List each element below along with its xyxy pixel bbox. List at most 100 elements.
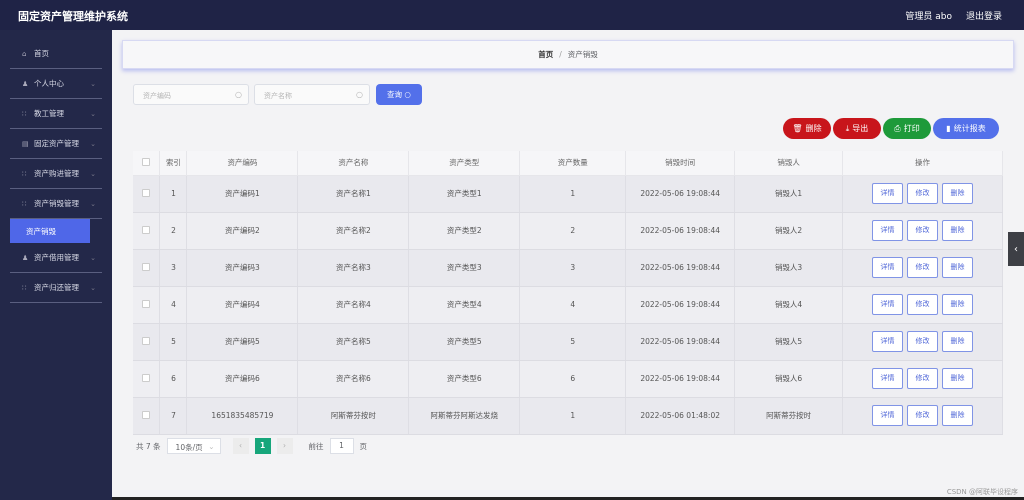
report-button[interactable]: ▮ 统计报表 (933, 118, 999, 139)
detail-button[interactable]: 详情 (872, 405, 904, 426)
table-cell: 资产编码4 (186, 286, 299, 324)
row-checkbox-cell (133, 212, 161, 250)
sidebar-item-label: 资产借用管理 (34, 253, 79, 262)
operations-cell: 详情 修改 删除 (842, 212, 1003, 250)
trash-icon: 🗑 (792, 124, 803, 133)
asset-name-input[interactable]: 资产名称 ○ (254, 84, 370, 105)
row-delete-button[interactable]: 删除 (942, 294, 974, 315)
row-checkbox[interactable] (142, 225, 151, 234)
asset-code-input[interactable]: 资产编码 ○ (133, 84, 249, 105)
row-checkbox[interactable] (142, 336, 151, 345)
table-cell: 资产名称6 (297, 360, 410, 398)
detail-button[interactable]: 详情 (872, 368, 904, 389)
table-cell: 2022-05-06 19:08:44 (625, 360, 736, 398)
table-cell: 资产类型6 (408, 360, 521, 398)
edit-button[interactable]: 修改 (907, 183, 939, 204)
sidebar-item[interactable]: ⌂ 首页 (10, 39, 102, 69)
logout-link[interactable]: 退出登录 (966, 9, 1002, 22)
sidebar-item[interactable]: ∷ 资产销毁管理 ⌄ (10, 189, 102, 219)
app-title: 固定资产管理维护系统 (18, 10, 128, 23)
table-row: 6 资产编码6 资产名称6 资产类型6 6 2022-05-06 19:08:44 销毁人6… (133, 360, 1003, 398)
column-header: 操作 (842, 151, 1003, 176)
row-delete-button[interactable]: 删除 (942, 368, 974, 389)
next-page-button[interactable]: › (276, 438, 293, 454)
table-cell: 4 (159, 286, 188, 324)
row-delete-button[interactable]: 删除 (942, 183, 974, 204)
table-cell: 阿斯蒂芬阿斯达发烧 (408, 397, 521, 435)
sidebar-subitem-active[interactable]: 资产销毁 (10, 219, 90, 243)
table-cell: 资产类型2 (408, 212, 521, 250)
detail-button[interactable]: 详情 (872, 183, 904, 204)
sidebar-item[interactable]: ♟ 个人中心 ⌄ (10, 69, 102, 99)
row-checkbox[interactable] (142, 262, 151, 271)
edit-button[interactable]: 修改 (907, 257, 939, 278)
table-cell: 销毁人6 (734, 360, 844, 398)
sidebar-item[interactable]: ∷ 资产购进管理 ⌄ (10, 159, 102, 189)
table-cell: 2022-05-06 19:08:44 (625, 249, 736, 287)
goto-page-input[interactable]: 1 (329, 438, 354, 454)
delete-button[interactable]: 🗑 删除 (783, 118, 831, 139)
grid-icon: ∷ (22, 109, 27, 118)
edit-button[interactable]: 修改 (907, 368, 939, 389)
collapse-panel-button[interactable]: ‹ (1008, 232, 1024, 266)
column-header: 销毁人 (734, 151, 844, 176)
detail-button[interactable]: 详情 (872, 257, 904, 278)
column-header: 资产数量 (519, 151, 627, 176)
sidebar-item-label: 资产购进管理 (34, 169, 79, 178)
page-1-button[interactable]: 1 (254, 438, 271, 454)
edit-button[interactable]: 修改 (907, 220, 939, 241)
pagination: 共 7 条 10条/页 ⌄ ‹ 1 › 前往 1 页 (136, 438, 367, 454)
table-row: 7 1651835485719 阿斯蒂芬按时 阿斯蒂芬阿斯达发烧 1 2022-05-06… (133, 397, 1003, 435)
row-checkbox-cell (133, 360, 161, 398)
prev-page-button[interactable]: ‹ (232, 438, 249, 454)
detail-button[interactable]: 详情 (872, 220, 904, 241)
sidebar-item[interactable]: ♟ 资产借用管理 ⌄ (10, 243, 102, 273)
operations-cell: 详情 修改 删除 (842, 323, 1003, 361)
operations-cell: 详情 修改 删除 (842, 397, 1003, 435)
row-checkbox-cell (133, 323, 161, 361)
sidebar-item[interactable]: ▤ 固定资产管理 ⌄ (10, 129, 102, 159)
sidebar-item[interactable]: ∷ 资产归还管理 ⌄ (10, 273, 102, 303)
row-delete-button[interactable]: 删除 (942, 331, 974, 352)
row-checkbox[interactable] (142, 299, 151, 308)
query-button[interactable]: 查询 ○ (376, 84, 422, 105)
page-size-select[interactable]: 10条/页 ⌄ (166, 438, 221, 454)
sidebar-item-label: 首页 (34, 49, 49, 58)
table-cell: 2022-05-06 01:48:02 (625, 397, 736, 435)
row-checkbox-cell (133, 397, 161, 435)
print-label: 打印 (903, 124, 920, 133)
chevron-down-icon: ⌄ (90, 109, 96, 118)
table-cell: 2022-05-06 19:08:44 (625, 323, 736, 361)
table-cell: 6 (159, 360, 188, 398)
row-delete-button[interactable]: 删除 (942, 220, 974, 241)
row-checkbox[interactable] (142, 410, 151, 419)
table-cell: 阿斯蒂芬按时 (297, 397, 410, 435)
row-delete-button[interactable]: 删除 (942, 405, 974, 426)
row-checkbox-cell (133, 249, 161, 287)
breadcrumb-separator: / (559, 50, 562, 59)
table-cell: 资产类型1 (408, 175, 521, 213)
edit-button[interactable]: 修改 (907, 405, 939, 426)
detail-button[interactable]: 详情 (872, 294, 904, 315)
print-button[interactable]: ⎙ 打印 (883, 118, 931, 139)
table-cell: 1651835485719 (186, 397, 299, 435)
table-cell: 2022-05-06 19:08:44 (625, 286, 736, 324)
export-button[interactable]: ⤓ 导出 (833, 118, 881, 139)
edit-button[interactable]: 修改 (907, 294, 939, 315)
sidebar-item[interactable]: ∷ 教工管理 ⌄ (10, 99, 102, 129)
operations-cell: 详情 修改 删除 (842, 286, 1003, 324)
select-all-checkbox[interactable] (142, 157, 151, 166)
edit-button[interactable]: 修改 (907, 331, 939, 352)
table-cell: 资产类型4 (408, 286, 521, 324)
table-cell: 销毁人5 (734, 323, 844, 361)
detail-button[interactable]: 详情 (872, 331, 904, 352)
report-label: 统计报表 (953, 124, 986, 133)
column-header: 资产编码 (186, 151, 299, 176)
table-cell: 资产名称5 (297, 323, 410, 361)
row-checkbox[interactable] (142, 373, 151, 382)
row-delete-button[interactable]: 删除 (942, 257, 974, 278)
table-row: 1 资产编码1 资产名称1 资产类型1 1 2022-05-06 19:08:44 销毁人1… (133, 175, 1003, 213)
breadcrumb-home[interactable]: 首页 (538, 49, 553, 60)
row-checkbox[interactable] (142, 188, 151, 197)
breadcrumb-current: 资产销毁 (567, 50, 598, 59)
